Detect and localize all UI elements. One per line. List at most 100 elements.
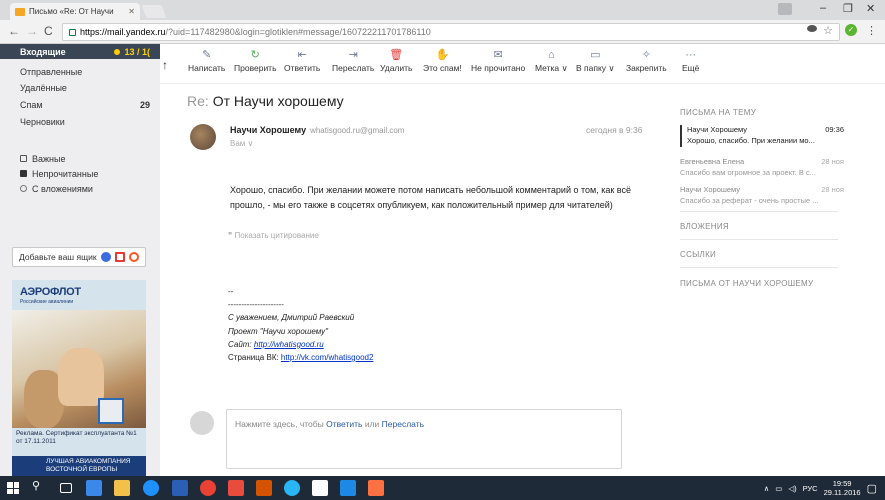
clock[interactable]: 19:59 29.11.2016	[824, 479, 861, 498]
search-icon[interactable]: ⚲	[32, 479, 48, 495]
thread-date: 28 ноя	[821, 157, 844, 166]
aeroflot-ad-banner[interactable]: АЭРОФЛОТ Российские авиалинии Реклама. С…	[12, 280, 146, 476]
notifications-icon[interactable]: ▢	[867, 482, 877, 495]
ad-image	[12, 310, 146, 428]
vk-link[interactable]: http://vk.com/whatisgood2	[281, 353, 374, 362]
pin-button[interactable]: ✧ Закрепить	[626, 48, 667, 73]
forward-button[interactable]: ⇥ Переслать	[332, 48, 374, 73]
reply-button[interactable]: ⇤ Ответить	[284, 48, 320, 73]
folders-sidebar: Входящие 13 / 1( Отправленные Удалённые …	[0, 44, 160, 476]
site-link[interactable]: http://whatisgood.ru	[254, 340, 324, 349]
folder-deleted[interactable]: Удалённые	[0, 80, 160, 95]
forward-nav-icon[interactable]: →	[26, 24, 38, 38]
sender-name[interactable]: Научи Хорошему	[230, 125, 306, 135]
new-tab-button[interactable]	[141, 5, 167, 18]
check-extension-icon[interactable]: ✓	[845, 24, 857, 36]
tray-chevron-icon[interactable]: ∧	[764, 484, 770, 493]
quick-reply-box[interactable]: Нажмите здесь, чтобы Ответить или Пересл…	[226, 409, 622, 469]
explorer-icon[interactable]	[114, 480, 130, 496]
word-icon[interactable]	[172, 480, 188, 496]
bookmark-star-icon[interactable]: ☆	[823, 24, 833, 37]
check-mail-button[interactable]: ↻ Проверить	[234, 48, 277, 73]
compose-button[interactable]: ✎ Написать	[188, 48, 225, 73]
spam-button[interactable]: ✋ Это спам!	[423, 48, 462, 73]
mail-app-icon[interactable]	[228, 480, 244, 496]
more-icon: ···	[685, 49, 697, 61]
back-to-list-icon[interactable]: ↑	[162, 58, 168, 72]
store-icon[interactable]	[312, 480, 328, 496]
ad-logo: АЭРОФЛОТ	[20, 286, 81, 298]
subject-text: От Научи хорошему	[212, 93, 344, 109]
thread-from: Научи Хорошему	[687, 125, 748, 134]
unread-icon	[20, 170, 27, 177]
show-quote-link[interactable]: ❞ Показать цитирование	[228, 231, 319, 240]
gmail-icon	[114, 252, 125, 262]
thread-item[interactable]: Научи Хорошему 09:36 Хорошо, спасибо. Пр…	[680, 125, 848, 147]
label-attachments[interactable]: С вложениями	[0, 182, 160, 195]
folder-drafts[interactable]: Черновики	[0, 114, 160, 129]
user-profile-icon[interactable]	[778, 3, 792, 15]
thread-item[interactable]: Евгеньевна Елена 28 ноя Спасибо вам огро…	[680, 157, 848, 179]
more-button[interactable]: ··· Ещё	[682, 48, 699, 73]
url-host: https://mail.yandex.ru	[80, 27, 166, 37]
browser-tab[interactable]: Письмо «Re: От Научи ✕	[10, 3, 140, 20]
sig-site: Сайт: http://whatisgood.ru	[228, 339, 324, 349]
folder-inbox[interactable]: Входящие 13 / 1(	[0, 44, 160, 59]
add-mailbox-button[interactable]: Добавьте ваш ящик	[12, 247, 146, 267]
thread-snippet: Спасибо вам огромное за проект. В с...	[680, 167, 816, 177]
reply-icon: ⇤	[297, 49, 307, 61]
minimize-icon[interactable]: –	[820, 2, 826, 14]
address-bar-row: ← → C https://mail.yandex.ru/?uid=117482…	[0, 20, 885, 44]
mark-unread-button[interactable]: ✉ Не прочитано	[471, 48, 525, 73]
back-icon[interactable]: ←	[8, 24, 20, 38]
important-icon	[20, 155, 27, 162]
windows-start-icon[interactable]	[7, 482, 19, 494]
links-section[interactable]: ССЫЛКИ	[680, 250, 716, 259]
folder-sent[interactable]: Отправленные	[0, 64, 160, 79]
divider	[680, 211, 838, 212]
chrome-icon[interactable]	[200, 480, 216, 496]
folder-count: 13 / 1(	[114, 47, 150, 57]
sender-avatar[interactable]	[190, 124, 216, 150]
browser-tab-bar: Письмо «Re: От Научи ✕ – ❐ ✕	[0, 0, 885, 20]
quick-forward-link[interactable]: Переслать	[382, 419, 424, 429]
signature: -- --------------------- С уважением, Дм…	[228, 285, 373, 364]
browser-menu-icon[interactable]: ⋮	[866, 24, 877, 37]
delete-button[interactable]: 🗑 Удалить	[380, 48, 412, 73]
url-input[interactable]: https://mail.yandex.ru/?uid=117482980&lo…	[62, 23, 840, 41]
message-toolbar: ↑ ✎ Написать ↻ Проверить ⇤ Ответить ⇥ Пересл…	[160, 44, 885, 84]
mail-favicon-icon	[15, 7, 25, 16]
pin-icon: ✧	[641, 49, 651, 61]
sender-email[interactable]: whatisgood.ru@gmail.com	[310, 126, 404, 135]
tab-close-icon[interactable]: ✕	[128, 7, 135, 16]
browser-app-icon[interactable]	[284, 480, 300, 496]
volume-icon[interactable]: ◁)	[788, 484, 796, 493]
maximize-icon[interactable]: ❐	[843, 2, 853, 15]
language-indicator[interactable]: РУС	[803, 484, 818, 493]
sig-dash: --	[228, 287, 234, 296]
ad-logo-sub: Российские авиалинии	[20, 299, 74, 305]
tag-button[interactable]: ⌂ Метка ∨	[535, 48, 568, 74]
thread-date: 09:36	[825, 125, 844, 134]
reload-icon[interactable]: C	[44, 24, 53, 38]
label-important[interactable]: Важные	[0, 152, 160, 165]
skype-icon[interactable]	[340, 480, 356, 496]
close-window-icon[interactable]: ✕	[866, 2, 875, 15]
eye-extension-icon[interactable]	[807, 25, 817, 32]
label-unread[interactable]: Непрочитанные	[0, 167, 160, 180]
thread-item[interactable]: Научи Хорошему 28 ноя Спасибо за реферат…	[680, 185, 848, 207]
network-icon[interactable]: ▭	[775, 484, 782, 493]
task-view-icon[interactable]	[60, 483, 72, 493]
office-app-icon[interactable]	[256, 480, 272, 496]
spam-icon: ✋	[435, 49, 450, 61]
from-sender-section[interactable]: ПИСЬМА ОТ НАУЧИ ХОРОШЕМУ	[680, 279, 813, 288]
assistant-app-icon[interactable]	[86, 480, 102, 496]
paint-icon[interactable]	[368, 480, 384, 496]
folder-spam[interactable]: Спам 29	[0, 97, 160, 112]
move-to-folder-button[interactable]: ▭ В папку ∨	[576, 48, 615, 74]
quick-reply-link[interactable]: Ответить	[326, 419, 362, 429]
edge-icon[interactable]	[143, 480, 159, 496]
attachments-section[interactable]: ВЛОЖЕНИЯ	[680, 222, 729, 231]
recipient-toggle[interactable]: Вам ∨	[230, 139, 253, 148]
label-text: С вложениями	[32, 183, 93, 194]
